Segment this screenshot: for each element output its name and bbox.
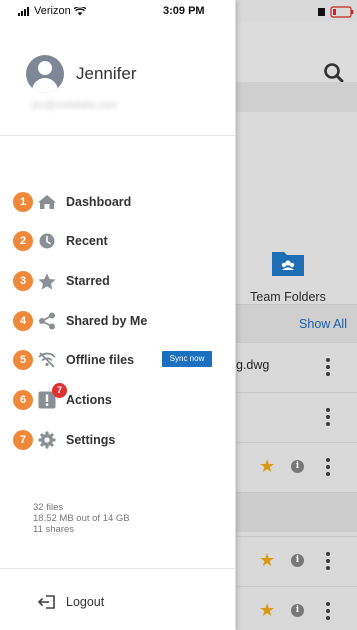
- search-icon[interactable]: [323, 62, 345, 84]
- more-icon[interactable]: [326, 358, 330, 376]
- step-badge: 3: [13, 271, 33, 291]
- gear-icon: [36, 431, 58, 449]
- shares-count: 11 shares: [33, 524, 75, 535]
- carrier: Verizon: [18, 5, 86, 17]
- step-badge: 6: [13, 390, 33, 410]
- folder-label: Team Folders: [250, 290, 326, 304]
- info-icon[interactable]: i: [291, 460, 304, 473]
- step-badge: 4: [13, 311, 33, 331]
- step-badge: 5: [13, 350, 33, 370]
- menu-item-settings[interactable]: 7 Settings: [0, 428, 236, 454]
- menu-item-starred[interactable]: 3 Starred: [0, 269, 236, 295]
- step-badge: 2: [13, 231, 33, 251]
- menu-label: Starred: [66, 274, 110, 288]
- menu-label: Shared by Me: [66, 314, 148, 328]
- star-icon: [36, 272, 58, 290]
- menu-label: Offline files: [66, 353, 135, 367]
- step-badge: 7: [13, 430, 33, 450]
- storage-stats: 32 files 18.52 MB out of 14 GB 11 shares: [33, 502, 130, 535]
- more-icon[interactable]: [326, 552, 330, 570]
- star-icon[interactable]: ★: [259, 550, 275, 571]
- offline-icon: [36, 351, 58, 369]
- sync-now-button[interactable]: Sync now: [162, 351, 212, 367]
- show-all-link[interactable]: Show All: [299, 317, 347, 331]
- folder-icon: [270, 248, 306, 278]
- step-badge: 1: [13, 192, 33, 212]
- logout-icon: [37, 595, 55, 609]
- info-icon[interactable]: i: [291, 554, 304, 567]
- home-icon: [36, 193, 58, 211]
- profile-header[interactable]: Jennifer jen@sodalabs.com: [0, 40, 236, 136]
- storage-usage: 18.52 MB out of 14 GB: [33, 513, 130, 524]
- menu-label: Actions: [66, 393, 112, 407]
- more-icon[interactable]: [326, 408, 330, 426]
- menu-label: Dashboard: [66, 195, 132, 209]
- signal-icon: [18, 6, 29, 16]
- menu-label: Recent: [66, 234, 108, 248]
- more-icon[interactable]: [326, 602, 330, 620]
- menu-item-offline-files[interactable]: 5 Offline files Sync now: [0, 348, 236, 374]
- menu-item-shared-by-me[interactable]: 4 Shared by Me: [0, 309, 236, 335]
- star-icon[interactable]: ★: [259, 456, 275, 477]
- navigation-drawer: Verizon 3:09 PM Jennifer jen@sodalabs.co…: [0, 0, 236, 630]
- menu-item-dashboard[interactable]: 1 Dashboard: [0, 190, 236, 216]
- more-icon[interactable]: [326, 458, 330, 476]
- status-bar: Verizon 3:09 PM: [0, 0, 236, 22]
- carrier-name: Verizon: [34, 5, 71, 17]
- battery-icon: [318, 6, 354, 18]
- wifi-icon: [73, 6, 86, 15]
- menu-item-recent[interactable]: 2 Recent: [0, 229, 236, 255]
- file-name: g.dwg: [236, 358, 270, 372]
- clock-time: 3:09 PM: [163, 5, 205, 17]
- menu-item-actions[interactable]: 6 7 Actions: [0, 383, 236, 414]
- user-email: jen@sodalabs.com: [32, 100, 118, 111]
- menu-label: Settings: [66, 433, 116, 447]
- info-icon[interactable]: i: [291, 604, 304, 617]
- logout-button[interactable]: Logout: [0, 568, 236, 630]
- star-icon[interactable]: ★: [259, 600, 275, 621]
- avatar: [26, 55, 64, 93]
- files-count: 32 files: [33, 502, 64, 513]
- actions-count-badge: 7: [52, 383, 67, 398]
- logout-label: Logout: [66, 595, 105, 609]
- team-folders-tile[interactable]: Team Folders: [238, 248, 338, 304]
- share-icon: [36, 312, 58, 330]
- user-name: Jennifer: [76, 64, 137, 83]
- clock-icon: [36, 232, 58, 250]
